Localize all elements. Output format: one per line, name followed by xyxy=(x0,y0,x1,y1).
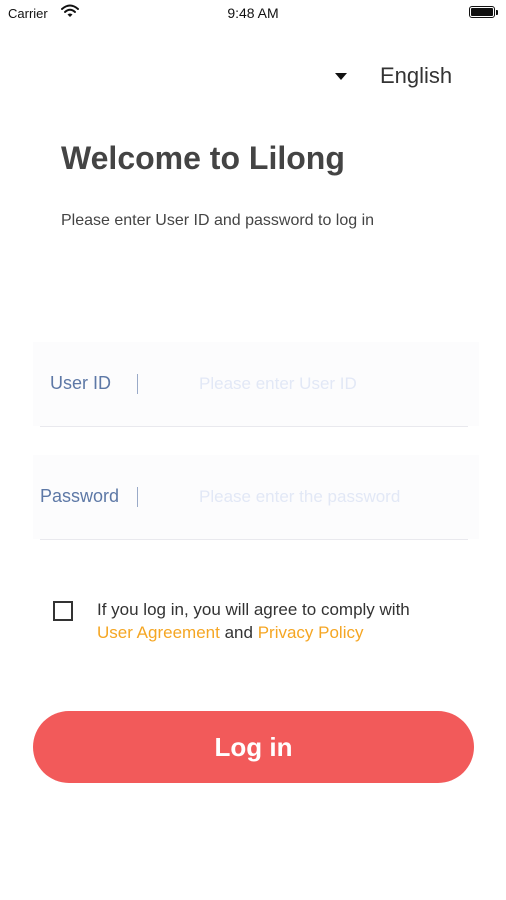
password-field: Password xyxy=(33,455,479,540)
caret-down-icon xyxy=(335,73,347,80)
password-separator xyxy=(137,487,138,507)
password-input[interactable] xyxy=(199,482,469,512)
agreement-and: and xyxy=(224,623,253,642)
page-subtitle: Please enter User ID and password to log… xyxy=(61,212,375,229)
login-button[interactable]: Log in xyxy=(33,711,474,783)
agreement-links: User Agreement and Privacy Policy xyxy=(97,623,364,643)
language-label: English xyxy=(380,63,453,88)
agreement-text: If you log in, you will agree to comply … xyxy=(97,600,410,619)
status-bar: Carrier 9:48 AM xyxy=(0,0,506,28)
agreement-checkbox[interactable] xyxy=(53,601,73,621)
privacy-policy-link[interactable]: Privacy Policy xyxy=(258,623,364,642)
user-id-label: User ID xyxy=(50,373,112,393)
login-button-label: Log in xyxy=(214,731,293,762)
user-id-input[interactable] xyxy=(199,369,469,399)
user-agreement-link[interactable]: User Agreement xyxy=(97,623,220,642)
user-id-separator xyxy=(137,374,138,394)
password-underline xyxy=(40,539,468,540)
status-time: 9:48 AM xyxy=(227,5,279,21)
user-id-field: User ID xyxy=(33,342,479,427)
page-title: Welcome to Lilong xyxy=(61,140,345,176)
language-selector[interactable]: English xyxy=(330,58,470,98)
user-id-underline xyxy=(40,426,468,427)
battery-icon xyxy=(469,6,498,18)
password-label: Password xyxy=(40,486,120,506)
